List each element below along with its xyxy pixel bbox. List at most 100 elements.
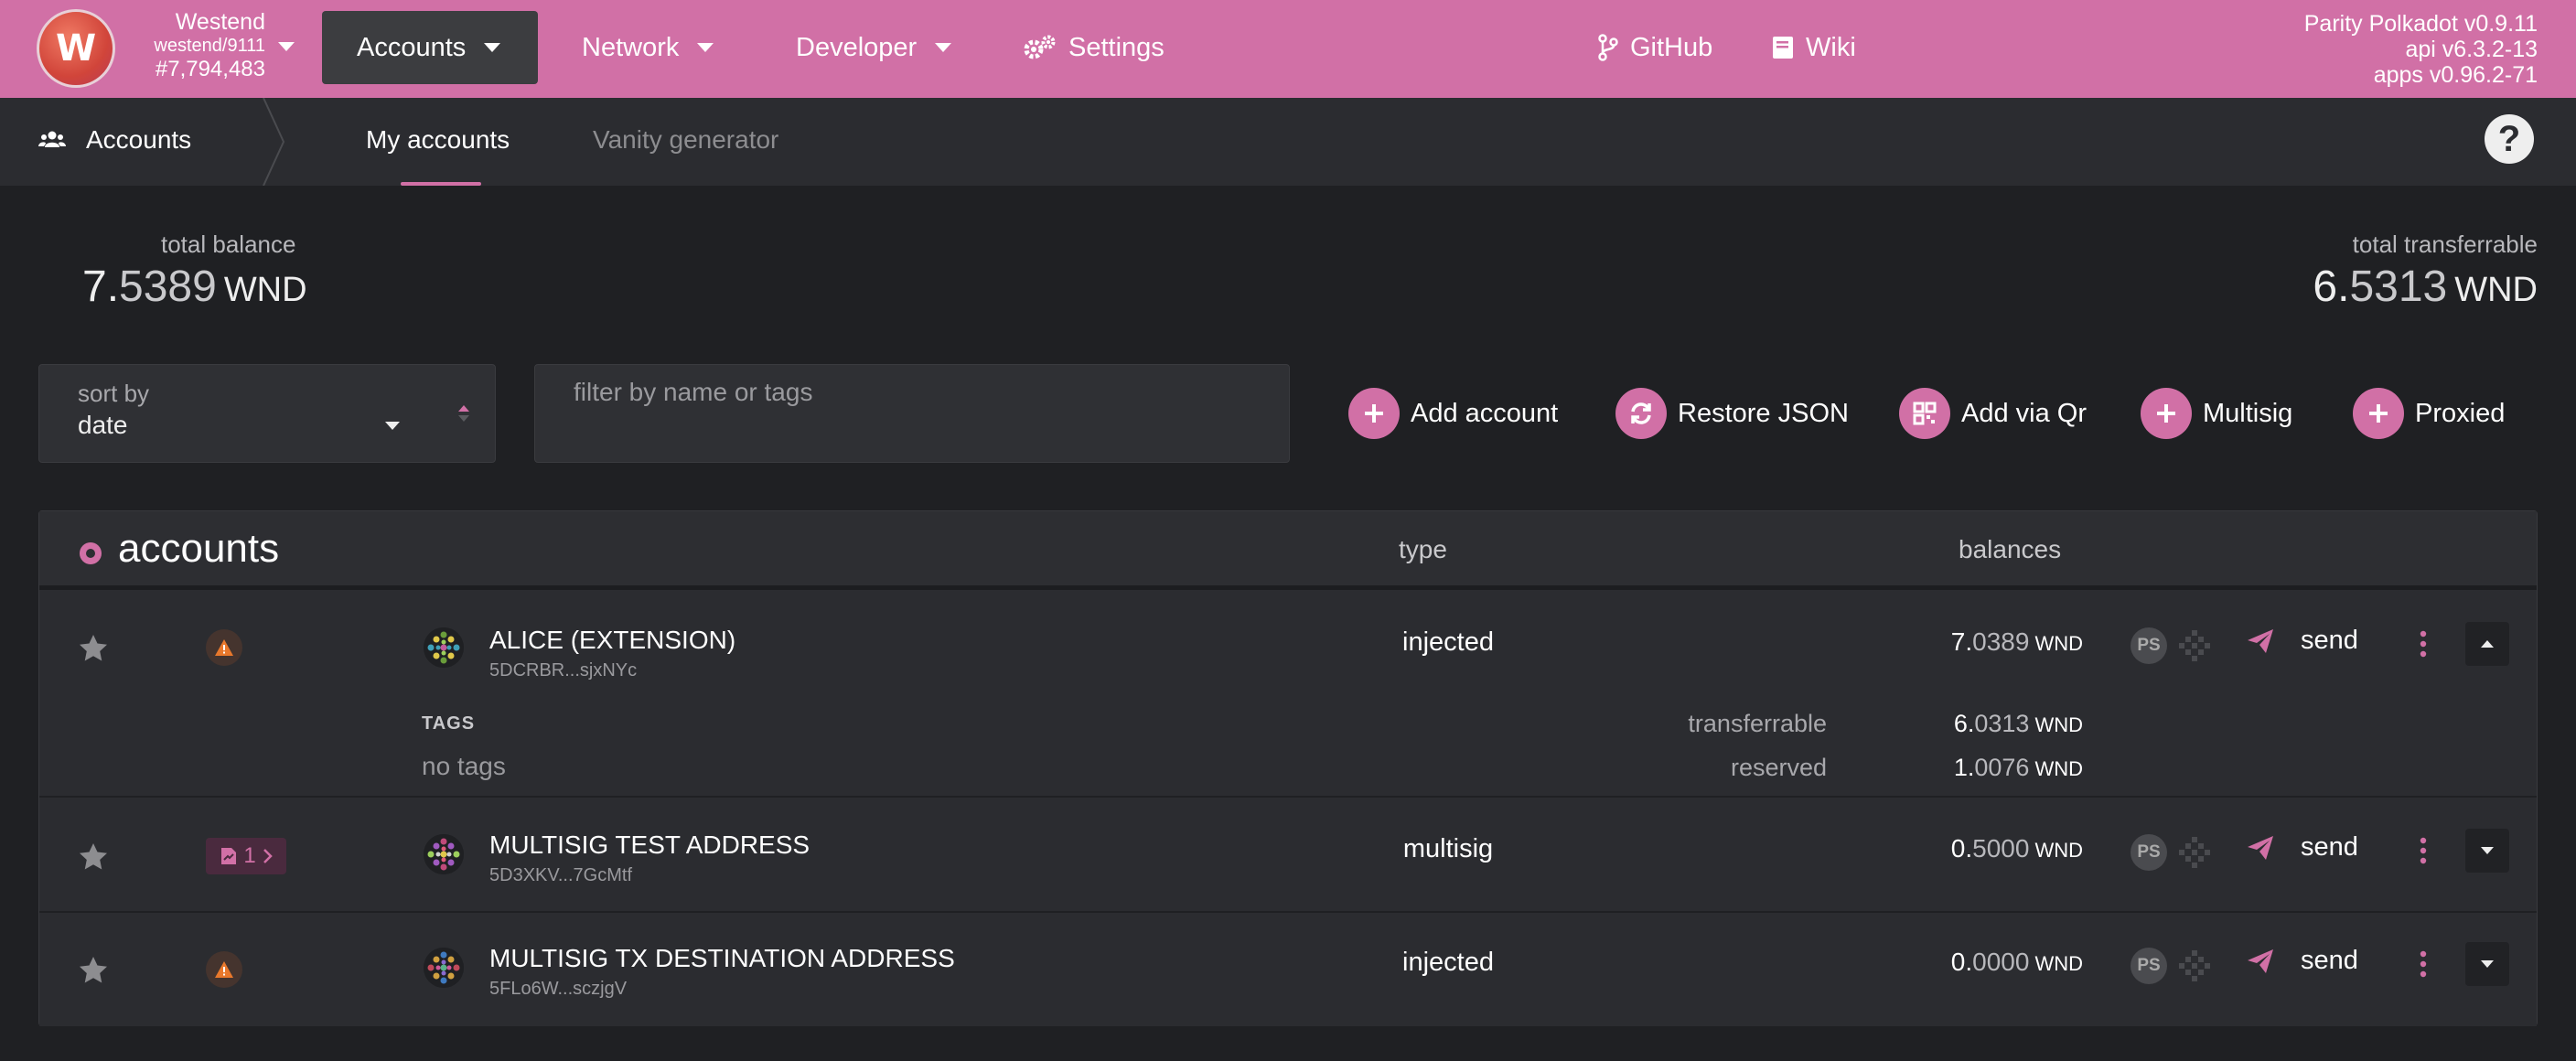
send-button[interactable]: send bbox=[2246, 946, 2358, 976]
nav-network-label: Network bbox=[582, 32, 680, 62]
nav-network[interactable]: Network bbox=[582, 11, 714, 84]
nav-developer-label: Developer bbox=[796, 32, 918, 62]
reserved-unit: WND bbox=[2034, 757, 2083, 780]
nav-accounts-label: Accounts bbox=[357, 32, 467, 62]
api-version: api v6.3.2-13 bbox=[2405, 37, 2538, 62]
ps-badge: PS bbox=[2131, 627, 2167, 664]
identicon-icon[interactable] bbox=[424, 948, 464, 988]
nav-developer[interactable]: Developer bbox=[796, 11, 952, 84]
more-options-icon[interactable] bbox=[2418, 949, 2429, 979]
identicon-icon[interactable] bbox=[424, 627, 464, 668]
expand-button[interactable] bbox=[2465, 829, 2509, 873]
balance-unit: WND bbox=[2034, 952, 2083, 975]
table-title: accounts bbox=[118, 526, 280, 571]
star-icon[interactable] bbox=[78, 841, 109, 871]
ps-badge: PS bbox=[2131, 834, 2167, 871]
active-tab-indicator bbox=[401, 182, 481, 186]
balance-dec: 5000 bbox=[1972, 834, 2030, 863]
section-dot-icon bbox=[80, 542, 102, 564]
proxied-button[interactable]: Proxied bbox=[2353, 388, 2505, 439]
nav-settings[interactable]: Settings bbox=[1023, 11, 1165, 84]
tab-my-accounts[interactable]: My accounts bbox=[366, 125, 510, 155]
filter-field[interactable] bbox=[534, 364, 1290, 463]
chevron-down-icon bbox=[484, 43, 501, 52]
account-address[interactable]: 5D3XKV...7GcMtf bbox=[489, 865, 632, 886]
sort-by-value: date bbox=[78, 411, 128, 439]
total-transferrable-label: total transferrable bbox=[2352, 230, 2538, 258]
gears-icon bbox=[1024, 35, 1056, 59]
chevron-down-icon bbox=[697, 43, 714, 52]
filter-input[interactable] bbox=[574, 374, 1250, 411]
column-header-balances: balances bbox=[1959, 535, 2062, 563]
total-balance-int: 7. bbox=[82, 263, 120, 311]
total-balance-dec: 5389 bbox=[119, 263, 217, 311]
chain-spec: westend/9111 bbox=[154, 36, 265, 56]
account-address[interactable]: 5DCRBR...sjxNYc bbox=[489, 660, 637, 681]
more-options-icon[interactable] bbox=[2418, 629, 2429, 659]
chevron-up-icon bbox=[2481, 640, 2494, 648]
chain-block-number: #7,794,483 bbox=[155, 57, 265, 81]
tab-vanity-generator[interactable]: Vanity generator bbox=[593, 125, 778, 155]
sort-by-dropdown[interactable]: sort by date bbox=[38, 364, 496, 463]
more-options-icon[interactable] bbox=[2418, 836, 2429, 865]
account-name[interactable]: MULTISIG TEST ADDRESS bbox=[489, 831, 810, 860]
file-signature-icon bbox=[221, 848, 237, 864]
total-transferrable-unit: WND bbox=[2454, 271, 2538, 309]
code-branch-icon bbox=[1598, 34, 1618, 61]
nav-accounts[interactable]: Accounts bbox=[322, 11, 538, 84]
star-icon[interactable] bbox=[78, 955, 109, 984]
identicon-icon[interactable] bbox=[424, 834, 464, 874]
balance-dec: 0000 bbox=[1972, 948, 2030, 976]
warning-icon bbox=[206, 951, 242, 988]
add-via-qr-label: Add via Qr bbox=[1961, 398, 2087, 428]
account-name[interactable]: MULTISIG TX DESTINATION ADDRESS bbox=[489, 944, 955, 973]
warning-icon bbox=[206, 629, 242, 666]
restore-json-label: Restore JSON bbox=[1678, 398, 1849, 428]
column-header-type: type bbox=[1399, 535, 1447, 563]
expand-button[interactable] bbox=[2465, 942, 2509, 986]
reserved-dec: 0076 bbox=[1974, 754, 2030, 781]
transferrable-dec: 0313 bbox=[1974, 710, 2030, 737]
table-header: accounts type balances bbox=[39, 511, 2537, 590]
account-address[interactable]: 5FLo6W...sczjgV bbox=[489, 979, 627, 1000]
total-transferrable-value: 6.5313 WND bbox=[2313, 262, 2538, 312]
multisig-button[interactable]: Multisig bbox=[2141, 388, 2292, 439]
chevron-right-icon bbox=[263, 849, 273, 863]
account-balance: 7.0389 WND bbox=[1750, 627, 2083, 657]
chain-selector[interactable]: Westend westend/9111 #7,794,483 bbox=[128, 9, 265, 82]
nav-github-link[interactable]: GitHub bbox=[1597, 11, 1712, 84]
add-account-label: Add account bbox=[1411, 398, 1559, 428]
restore-json-button[interactable]: Restore JSON bbox=[1615, 388, 1849, 439]
star-icon[interactable] bbox=[78, 633, 109, 662]
users-icon bbox=[38, 131, 66, 147]
nav-wiki-label: Wiki bbox=[1806, 32, 1856, 62]
multisig-pending-badge[interactable]: 1 bbox=[206, 838, 286, 874]
paper-plane-icon bbox=[2248, 628, 2273, 653]
reserved-value: 1.0076 WND bbox=[1750, 754, 2083, 782]
balance-int: 0. bbox=[1950, 948, 1973, 976]
chevron-down-icon[interactable] bbox=[278, 42, 295, 51]
chain-logo-icon[interactable]: W bbox=[37, 9, 115, 88]
section-title: Accounts bbox=[38, 125, 191, 155]
multisig-label: Multisig bbox=[2203, 398, 2293, 428]
account-balance: 0.0000 WND bbox=[1750, 948, 2083, 977]
westend-logo-icon: W bbox=[55, 27, 97, 70]
add-via-qr-button[interactable]: Add via Qr bbox=[1899, 388, 2087, 439]
collapse-button[interactable] bbox=[2465, 622, 2509, 666]
chevron-down-icon bbox=[2481, 847, 2494, 854]
send-button[interactable]: send bbox=[2246, 626, 2358, 656]
send-button[interactable]: send bbox=[2246, 832, 2358, 863]
multisig-pending-count: 1 bbox=[243, 843, 256, 868]
balance-unit: WND bbox=[2034, 632, 2083, 655]
nav-wiki-link[interactable]: Wiki bbox=[1771, 11, 1856, 84]
account-name[interactable]: ALICE (EXTENSION) bbox=[489, 626, 735, 655]
sort-order-icon[interactable] bbox=[455, 402, 473, 429]
send-label: send bbox=[2301, 832, 2358, 862]
ps-badge: PS bbox=[2131, 948, 2167, 984]
help-icon[interactable]: ? bbox=[2485, 114, 2534, 164]
add-account-button[interactable]: Add account bbox=[1348, 388, 1558, 439]
total-balance-label: total balance bbox=[161, 230, 296, 258]
sync-icon bbox=[1615, 388, 1667, 439]
balance-int: 0. bbox=[1950, 834, 1973, 863]
qrcode-icon bbox=[1899, 388, 1950, 439]
